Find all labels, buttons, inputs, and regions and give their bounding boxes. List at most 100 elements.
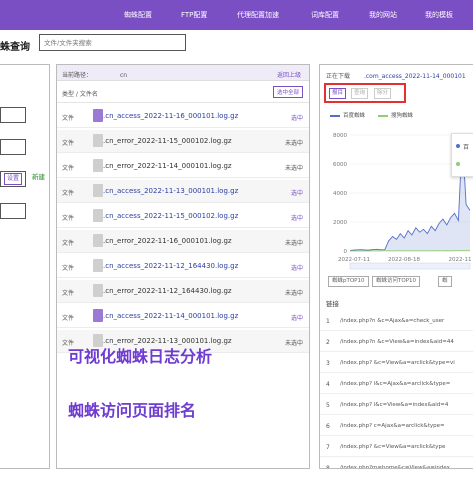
file-type: 文件 [62,190,75,197]
file-select-toggle[interactable]: 选中 [291,188,303,197]
file-type: 文件 [62,265,75,272]
file-type: 文件 [62,215,75,222]
file-name[interactable]: .cn_error_2022-11-12_164430.log.gz [103,287,232,295]
file-row[interactable]: 文件 .cn_access_2022-11-13_000101.log.gz 选中 [57,180,309,203]
file-row[interactable]: 文件 .cn_error_2022-11-15_000102.log.gz 未选中 [57,130,309,153]
legend-swatch [378,114,388,117]
file-select-toggle[interactable]: 选中 [291,213,303,222]
link-rank: 1 [326,318,330,325]
file-row[interactable]: 文件 .cn_error_2022-11-14_000101.log.gz 未选中 [57,155,309,178]
file-name[interactable]: .cn_access_2022-11-13_000101.log.gz [103,187,238,195]
file-type: 文件 [62,115,75,122]
tooltip-dot-baidu [456,144,460,148]
nav-item-proxy-config[interactable]: 代理配置加速 [237,10,279,20]
link-url[interactable]: /index.php?m=home&c=View&a=index [340,465,450,468]
legend-label: 搜狗蜘蛛 [391,113,414,119]
file-select-toggle[interactable]: 选中 [291,263,303,272]
y-tick-label: 4000 [333,191,347,197]
file-type: 文件 [62,240,75,247]
nav-item-ftp-config[interactable]: FTP配置 [181,10,207,20]
left-input-field[interactable] [0,139,26,155]
file-list-header: 类型 / 文件名 选中全部 [57,81,309,103]
legend-swatch [330,114,340,117]
file-type: 文件 [62,140,75,147]
overlay-caption-1: 可视化蜘蛛日志分析 [68,347,213,366]
link-url[interactable]: /index.php? l&c=View&a=index&aid=4 [340,402,448,408]
select-all-button[interactable]: 选中全部 [272,86,303,98]
file-name[interactable]: .cn_access_2022-11-12_164430.log.gz [103,262,238,270]
link-rank: 8 [326,465,330,469]
directory-button[interactable]: 报目 [329,88,346,99]
link-url[interactable]: /index.php? c=Ajax&a=arclick&type= [340,423,445,429]
file-row[interactable]: 文件 .cn_access_2022-11-15_000102.log.gz 选中 [57,205,309,228]
file-select-toggle[interactable]: 未选中 [285,238,303,247]
nav-item-my-templates[interactable]: 我的模板 [425,10,453,20]
search-input[interactable] [39,34,186,51]
file-row[interactable]: 文件 .cn_error_2022-11-16_000101.log.gz 未选中 [57,230,309,253]
link-url[interactable]: /index.php?n &c=View&a=index&aid=44 [340,339,454,345]
downloading-status: 正在下载 .com_access_2022-11-14_000101 [326,71,466,80]
y-tick-label: 8000 [333,133,347,139]
file-type: 文件 [62,165,75,172]
remove-button[interactable]: 除分 [374,88,391,99]
y-tick-label: 2000 [333,220,347,226]
overlay-caption-2: 蜘蛛访问页面排名 [68,401,197,420]
link-url[interactable]: /index.php? &c=View&a=arclick&type=vi [340,360,455,366]
back-to-parent-link[interactable]: 返回上级 [277,70,301,79]
file-icon [93,184,103,197]
file-select-toggle[interactable]: 未选中 [285,288,303,297]
file-icon [93,234,103,247]
y-tick-label: 6000 [333,162,347,168]
file-name[interactable]: .cn_error_2022-11-16_000101.log.gz [103,237,232,245]
link-url[interactable]: /index.php?n &c=Ajax&a=check_user [340,318,444,324]
link-row[interactable]: 2/index.php?n &c=View&a=index&aid=44 [320,332,473,352]
rank-tab-visit-top10[interactable]: 蜘蛛访问TOP10 [372,276,421,287]
file-row[interactable]: 文件 .cn_access_2022-11-14_000101.log.gz 选中 [57,305,309,328]
downloading-label: 正在下载 [326,73,351,80]
link-row[interactable]: 8/index.php?m=home&c=View&a=index [320,458,473,469]
file-select-toggle[interactable]: 选中 [291,313,303,322]
x-tick-label: 2022-07-11 [338,257,370,263]
file-select-toggle[interactable]: 未选中 [285,338,303,347]
nav-item-spider-config[interactable]: 蜘蛛配置 [124,10,152,20]
left-input-field[interactable] [0,203,26,219]
link-url[interactable]: /index.php? &c=View&a=arclick&type [340,444,445,450]
link-row[interactable]: 3/index.php? &c=View&a=arclick&type=vi [320,353,473,373]
page-title: 蛛查询 [0,42,30,53]
column-label: 类型 / 文件名 [62,91,98,98]
left-input-field[interactable] [0,107,26,123]
rank-tab-more[interactable]: 蜘 [438,276,452,287]
file-name[interactable]: .cn_access_2022-11-14_000101.log.gz [103,312,238,320]
file-name[interactable]: .cn_access_2022-11-15_000102.log.gz [103,212,238,220]
rank-tab-spider-top10[interactable]: 蜘蛛pTOP10 [328,276,369,287]
file-row[interactable]: 文件 .cn_error_2022-11-12_164430.log.gz 未选中 [57,280,309,303]
link-rank: 2 [326,339,330,346]
file-row[interactable]: 文件 .cn_access_2022-11-16_000101.log.gz 选中 [57,105,309,128]
file-select-toggle[interactable]: 选中 [291,113,303,122]
file-type: 文件 [62,290,75,297]
link-url[interactable]: /index.php? l&c=Ajax&a=arclick&type= [340,381,450,387]
current-path: 当前路径： cn [62,70,127,79]
link-row[interactable]: 1/index.php?n &c=Ajax&a=check_user [320,311,473,331]
chart-tooltip: 百 [451,133,473,177]
file-select-toggle[interactable]: 未选中 [285,138,303,147]
new-link[interactable]: 新建 [32,171,45,181]
downloading-filename: .com_access_2022-11-14_000101 [363,73,466,80]
nav-item-my-sites[interactable]: 我的网站 [369,10,397,20]
file-name[interactable]: .cn_error_2022-11-14_000101.log.gz [103,162,232,170]
file-icon [93,309,103,322]
link-row[interactable]: 4/index.php? l&c=Ajax&a=arclick&type= [320,374,473,394]
file-icon [93,209,103,222]
link-row[interactable]: 6/index.php? c=Ajax&a=arclick&type= [320,416,473,436]
file-row[interactable]: 文件 .cn_access_2022-11-12_164430.log.gz 选中 [57,255,309,278]
link-row[interactable]: 7/index.php? &c=View&a=arclick&type [320,437,473,457]
settings-button[interactable]: 设置 [4,173,22,185]
file-name[interactable]: .cn_access_2022-11-16_000101.log.gz [103,112,238,120]
nav-item-wordlist-config[interactable]: 词库配置 [311,10,339,20]
left-panel: 设置 新建 [0,64,50,469]
query-button[interactable]: 查询 [351,88,368,99]
link-row[interactable]: 5/index.php? l&c=View&a=index&aid=4 [320,395,473,415]
file-name[interactable]: .cn_error_2022-11-15_000102.log.gz [103,137,232,145]
file-select-toggle[interactable]: 未选中 [285,163,303,172]
x-tick-label: 2022-11 [449,257,472,263]
